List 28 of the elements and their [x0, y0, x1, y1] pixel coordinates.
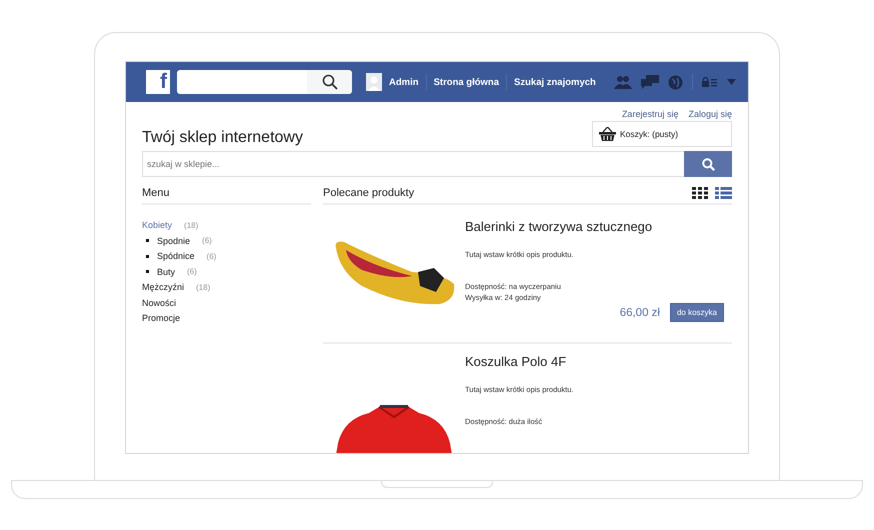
menu-item[interactable]: Kobiety — [142, 220, 172, 230]
auth-link[interactable]: Zarejestruj się — [622, 109, 678, 119]
menu-item[interactable]: Nowości — [142, 298, 176, 308]
product-name[interactable]: Koszulka Polo 4F — [465, 354, 732, 369]
item-count: (6) — [206, 252, 216, 261]
nav-link[interactable]: Szukaj znajomych — [514, 76, 596, 88]
add-to-cart-button[interactable]: do koszyka — [670, 303, 724, 322]
cart-label: Koszyk: (pusty) — [620, 129, 678, 139]
menu-item[interactable]: Spódnice — [157, 251, 195, 262]
item-count: (18) — [196, 282, 210, 292]
logo-icon[interactable]: f — [146, 70, 170, 94]
products-heading: Polecane produkty — [323, 187, 414, 199]
shop-title: Twój sklep internetowy — [142, 129, 303, 147]
product-price: 66,00 zł — [620, 306, 660, 318]
item-count: (6) — [202, 236, 212, 246]
user-link[interactable]: Admin — [389, 76, 419, 88]
menu-item[interactable]: Promocje — [142, 313, 180, 324]
item-count: (6) — [187, 267, 197, 276]
menu-item[interactable]: Spodnie — [157, 236, 190, 246]
nav-link[interactable]: Strona główna — [434, 76, 500, 88]
auth-link[interactable]: Zaloguj się — [688, 109, 732, 119]
item-count: (18) — [184, 220, 198, 230]
product-name[interactable]: Balerinki z tworzywa sztucznego — [465, 219, 732, 234]
menu-item[interactable]: Mężczyźni — [142, 282, 184, 292]
menu-heading: Menu — [142, 187, 311, 205]
menu-item[interactable]: Buty — [157, 266, 176, 277]
search-field[interactable]: szukaj w sklepie... — [142, 151, 684, 177]
cart-box[interactable]: Koszyk: (pusty) — [592, 121, 732, 147]
